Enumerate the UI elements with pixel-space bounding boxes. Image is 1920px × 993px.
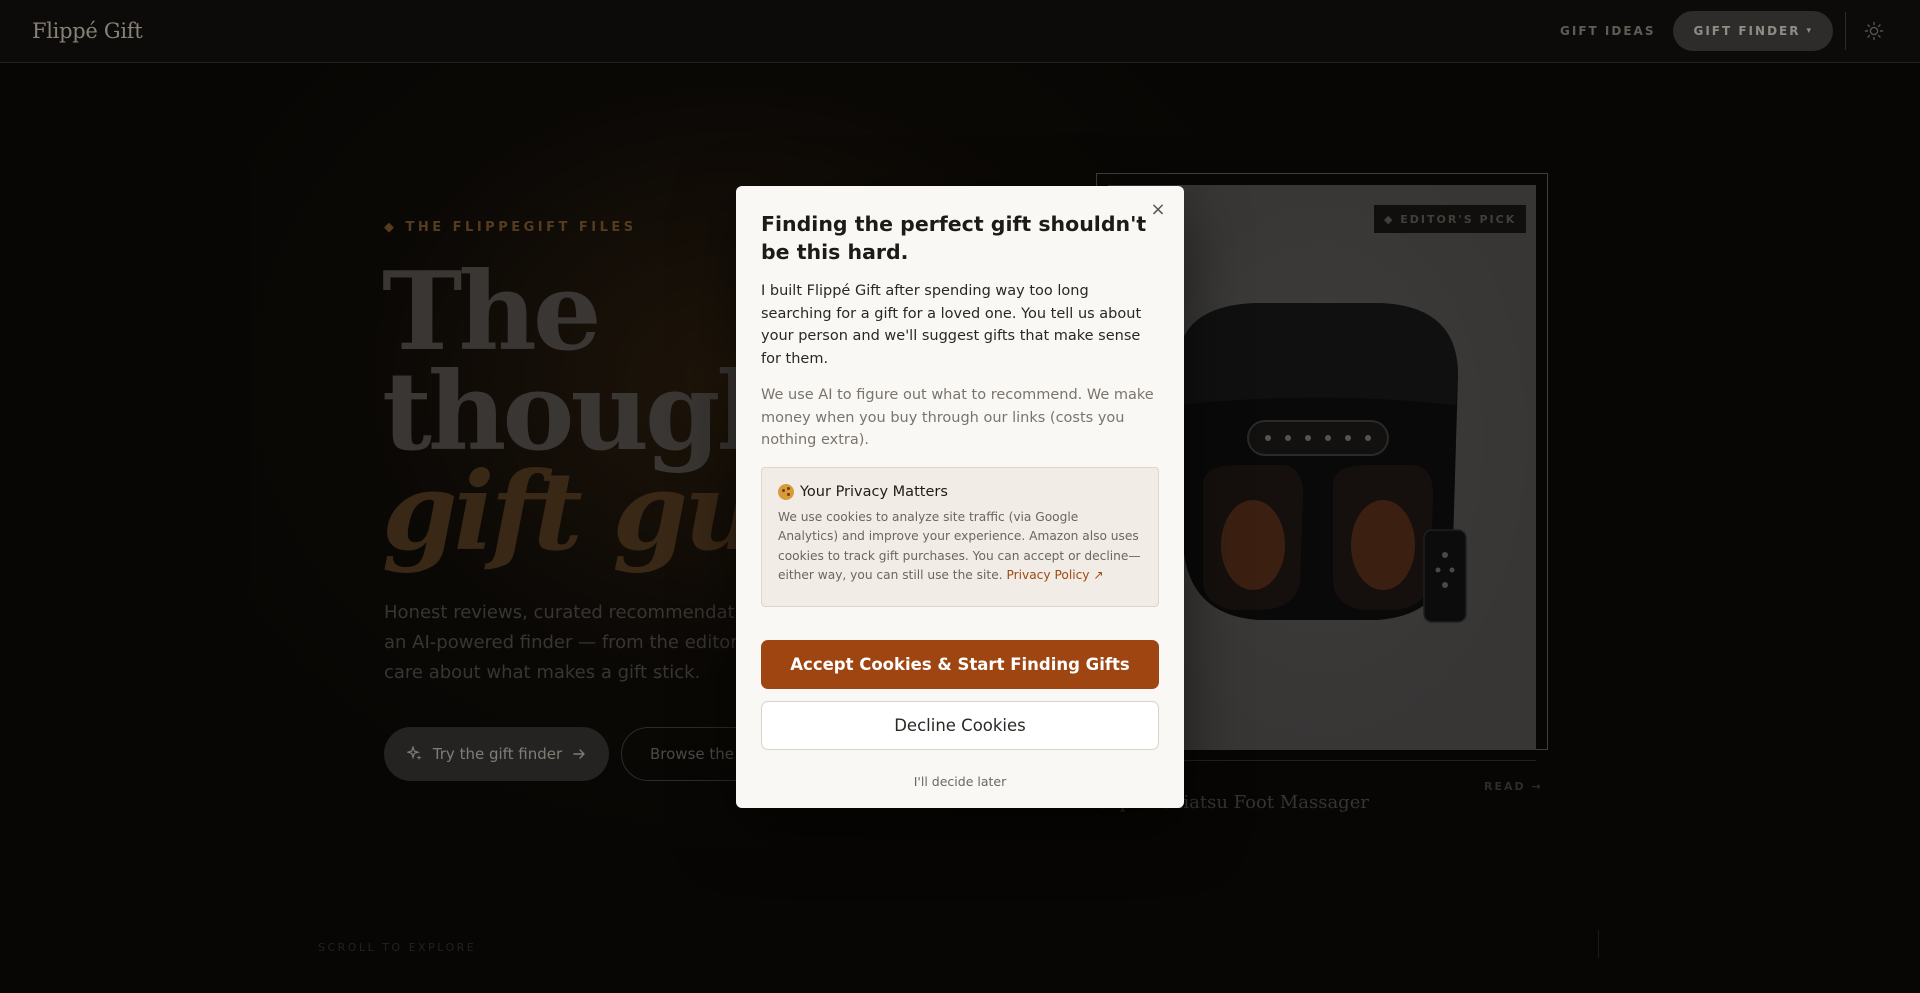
modal-title: Finding the perfect gift shouldn't be th… (761, 212, 1147, 264)
privacy-notice: Your Privacy Matters We use cookies to a… (761, 466, 1159, 607)
accept-cookies-button[interactable]: Accept Cookies & Start Finding Gifts (761, 639, 1159, 689)
modal-affiliate-note: We use AI to figure out what to recommen… (761, 387, 1154, 448)
privacy-policy-link[interactable]: Privacy Policy ↗ (1006, 568, 1103, 582)
welcome-cookie-modal: × Finding the perfect gift shouldn't be … (736, 186, 1184, 808)
privacy-heading: Your Privacy Matters (778, 483, 1142, 500)
privacy-text: We use cookies to analyze site traffic (… (778, 508, 1142, 586)
cookie-icon (778, 483, 794, 500)
privacy-heading-label: Your Privacy Matters (800, 483, 948, 500)
modal-intro: I built Flippé Gift after spending way t… (761, 283, 1142, 367)
close-icon[interactable]: × (1148, 200, 1168, 220)
decide-later-link[interactable]: I'll decide later (761, 774, 1159, 789)
decline-cookies-button[interactable]: Decline Cookies (761, 700, 1159, 750)
